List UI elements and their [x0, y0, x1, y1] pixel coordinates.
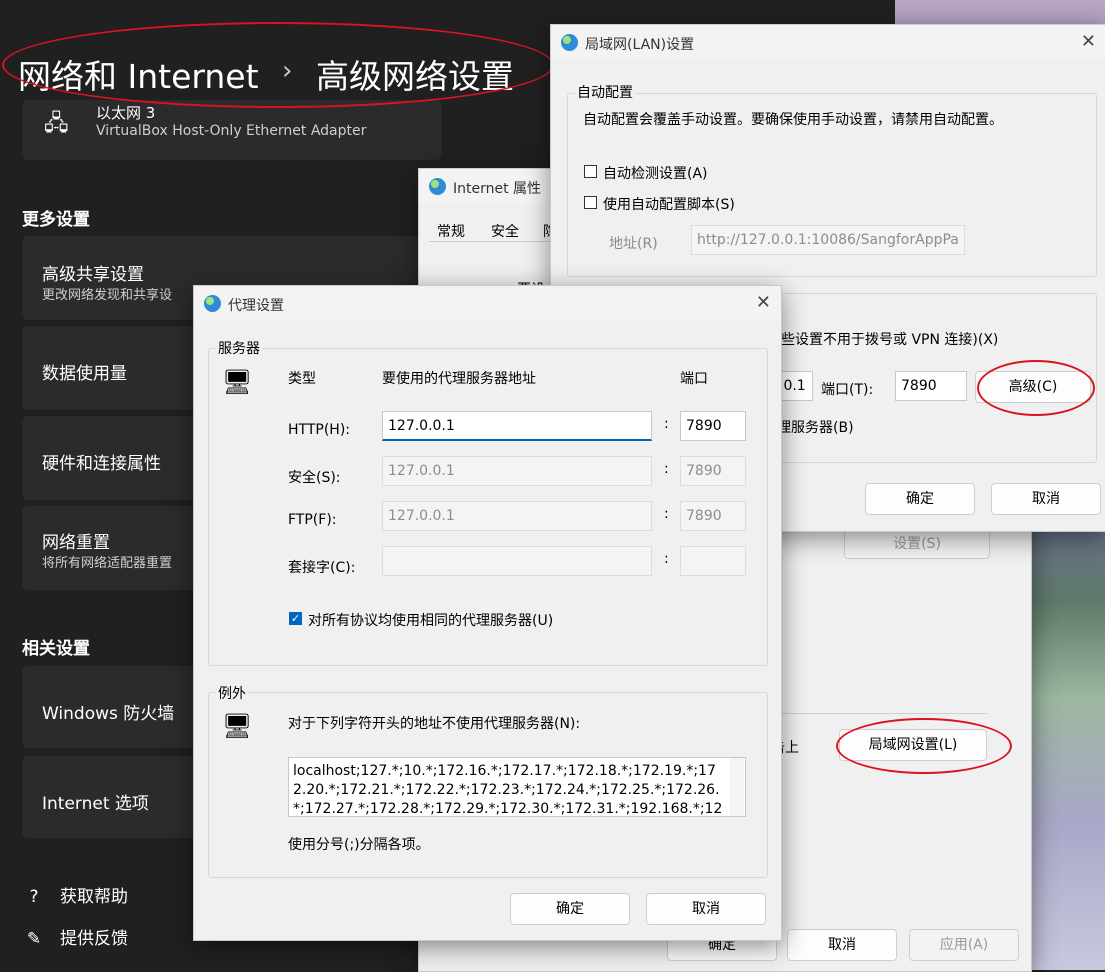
network-computer-icon: 🖥	[222, 368, 253, 396]
servers-heading: 服务器	[216, 338, 262, 358]
exceptions-description: 对于下列字符开头的地址不使用代理服务器(N):	[288, 716, 581, 732]
divider	[771, 713, 987, 714]
titlebar: 代理设置 ✕	[194, 286, 781, 320]
adapter-subtitle: VirtualBox Host-Only Ethernet Adapter	[96, 123, 367, 139]
same-proxy-label[interactable]: 对所有协议均使用相同的代理服务器(U)	[308, 610, 553, 630]
colon: :	[664, 461, 669, 477]
ftp-port-field[interactable]: 7890	[680, 501, 746, 531]
separator-hint: 使用分号(;)分隔各项。	[288, 837, 430, 853]
adapter-card[interactable]: 🖧 以太网 3 VirtualBox Host-Only Ethernet Ad…	[22, 100, 442, 160]
colon: :	[664, 506, 669, 522]
secure-address-field[interactable]: 127.0.0.1	[382, 456, 652, 486]
annotation-ellipse-lan-button	[836, 718, 1012, 774]
globe-icon	[429, 178, 446, 195]
proxy-settings-dialog: 代理设置 ✕ 服务器 🖥 类型 要使用的代理服务器地址 端口 HTTP(H): …	[193, 285, 782, 941]
port-field[interactable]: 7890	[895, 371, 967, 401]
globe-icon	[204, 295, 221, 312]
close-icon[interactable]: ✕	[756, 292, 771, 313]
feedback-link[interactable]: ✎ 提供反馈	[22, 924, 128, 949]
card-title: 网络重置	[42, 533, 110, 553]
auto-detect-checkbox[interactable]	[584, 165, 597, 178]
http-address-field[interactable]: 127.0.0.1	[382, 411, 652, 441]
cancel-button[interactable]: 取消	[787, 929, 897, 961]
colon: :	[664, 551, 669, 567]
proxy-description-partial: 些设置不用于拨号或 VPN 连接)(X)	[781, 332, 999, 348]
cancel-button[interactable]: 取消	[991, 483, 1101, 515]
ftp-label: FTP(F):	[288, 512, 337, 528]
related-settings-heading: 相关设置	[22, 639, 90, 659]
socks-port-field[interactable]	[680, 546, 746, 576]
script-address-field[interactable]: http://127.0.0.1:10086/SangforAppPa	[691, 225, 965, 255]
card-title: 高级共享设置	[42, 265, 144, 285]
apply-button[interactable]: 应用(A)	[909, 929, 1019, 961]
ftp-address-field[interactable]: 127.0.0.1	[382, 501, 652, 531]
column-address: 要使用的代理服务器地址	[382, 371, 536, 387]
socks-label: 套接字(C):	[288, 560, 356, 576]
auto-detect-label[interactable]: 自动检测设置(A)	[603, 163, 708, 183]
annotation-ellipse-advanced	[977, 360, 1095, 416]
titlebar: 局域网(LAN)设置 ✕	[551, 25, 1105, 59]
settings-button[interactable]: 设置(S)	[844, 529, 990, 559]
exceptions-scrollbar[interactable]	[730, 758, 744, 816]
get-help-link[interactable]: ? 获取帮助	[22, 882, 128, 907]
exceptions-textarea[interactable]: localhost;127.*;10.*;172.16.*;172.17.*;1…	[288, 757, 746, 817]
more-settings-heading: 更多设置	[22, 210, 90, 230]
socks-address-field[interactable]	[382, 546, 652, 576]
network-computer-icon: 🖥	[222, 712, 253, 740]
secure-label: 安全(S):	[288, 470, 341, 486]
adapter-title: 以太网 3	[96, 104, 156, 122]
card-title: 硬件和连接属性	[42, 454, 161, 474]
annotation-ellipse-breadcrumb	[2, 22, 554, 108]
tab-general[interactable]: 常规	[437, 221, 465, 241]
column-port: 端口	[680, 371, 708, 387]
use-script-checkbox[interactable]	[584, 196, 597, 209]
close-icon[interactable]: ✕	[1081, 31, 1096, 52]
feedback-label: 提供反馈	[60, 929, 128, 949]
tab-security[interactable]: 安全	[491, 221, 519, 241]
dialog-title: Internet 属性	[453, 181, 542, 197]
cancel-button[interactable]: 取消	[646, 893, 766, 925]
same-proxy-checkbox[interactable]: ✓	[289, 612, 302, 625]
ok-button[interactable]: 确定	[865, 483, 975, 515]
ok-button[interactable]: 确定	[510, 893, 630, 925]
exceptions-heading: 例外	[216, 683, 248, 703]
globe-icon	[561, 34, 578, 51]
bypass-label-partial[interactable]: 理服务器(B)	[777, 417, 854, 437]
feedback-icon: ✎	[26, 929, 42, 949]
use-script-label[interactable]: 使用自动配置脚本(S)	[603, 194, 735, 214]
card-subtitle: 将所有网络适配器重置	[42, 556, 173, 571]
colon: :	[664, 416, 669, 432]
card-title: 数据使用量	[42, 364, 127, 384]
column-type: 类型	[288, 371, 316, 387]
ethernet-icon: 🖧	[44, 111, 69, 136]
secure-port-field[interactable]: 7890	[680, 456, 746, 486]
help-icon: ?	[29, 887, 39, 907]
http-port-field[interactable]: 7890	[680, 411, 746, 441]
auto-config-description: 自动配置会覆盖手动设置。要确保使用手动设置，请禁用自动配置。	[583, 112, 1003, 128]
http-label: HTTP(H):	[288, 422, 350, 438]
dialog-title: 局域网(LAN)设置	[585, 37, 695, 53]
port-label: 端口(T):	[821, 382, 874, 398]
auto-config-heading: 自动配置	[575, 82, 635, 102]
address-label: 地址(R)	[609, 236, 658, 252]
card-title: Windows 防火墙	[42, 704, 175, 724]
dialog-title: 代理设置	[228, 298, 284, 314]
get-help-label: 获取帮助	[60, 887, 128, 907]
card-subtitle: 更改网络发现和共享设	[42, 288, 173, 303]
card-title: Internet 选项	[42, 794, 149, 814]
